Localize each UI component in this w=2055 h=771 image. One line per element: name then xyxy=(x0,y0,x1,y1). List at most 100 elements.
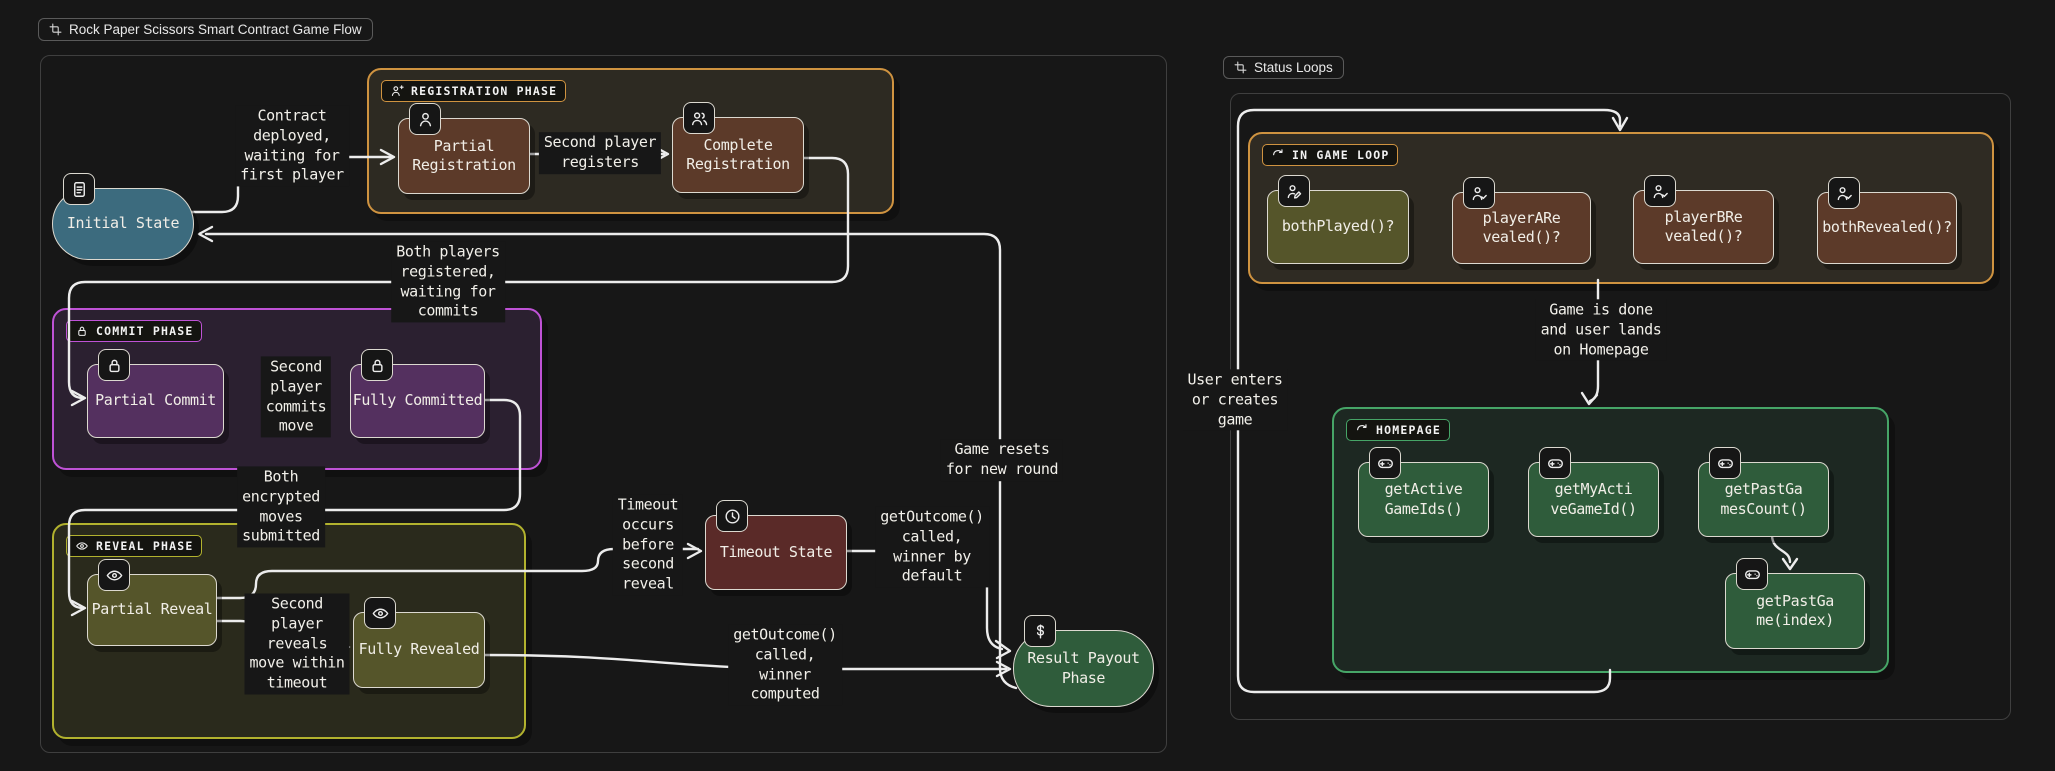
lock-icon xyxy=(105,356,124,375)
commit-phase-label[interactable]: COMMIT PHASE xyxy=(66,320,202,342)
homepage-label-text: HOMEPAGE xyxy=(1376,423,1441,437)
node-get-past-games-count[interactable]: getPastGa mesCount() xyxy=(1698,462,1829,537)
edge-label-both-encrypted[interactable]: Both encrypted moves submitted xyxy=(237,466,325,547)
edge-label-contract-deployed[interactable]: Contract deployed, waiting for first pla… xyxy=(235,105,349,186)
node-chip xyxy=(98,349,130,381)
in-game-loop-label-text: IN GAME LOOP xyxy=(1292,148,1389,162)
user-check-icon xyxy=(1835,184,1854,203)
node-chip xyxy=(1736,558,1768,590)
user-check-icon xyxy=(1470,184,1489,203)
node-chip xyxy=(716,500,748,532)
gamepad-icon xyxy=(1716,454,1735,473)
node-label: playerARe vealed()? xyxy=(1483,209,1561,248)
eye-icon xyxy=(75,539,89,553)
node-chip xyxy=(1024,615,1056,647)
edge-label-game-done[interactable]: Game is done and user lands on Homepage xyxy=(1536,299,1667,360)
node-both-played[interactable]: bothPlayed()? xyxy=(1267,190,1409,264)
node-label: Complete Registration xyxy=(686,136,790,175)
node-label: Initial State xyxy=(67,214,179,234)
node-result-payout[interactable]: Result Payout Phase xyxy=(1013,630,1154,707)
node-label: bothPlayed()? xyxy=(1282,217,1394,237)
edge-label-outcome-default[interactable]: getOutcome() called, winner by default xyxy=(875,506,989,587)
node-label: getActive GameIds() xyxy=(1385,480,1463,519)
node-label: Fully Committed xyxy=(353,391,482,411)
homepage-label[interactable]: HOMEPAGE xyxy=(1346,419,1450,441)
node-chip xyxy=(409,103,441,135)
edge-label-timeout-occurs[interactable]: Timeout occurs before second reveal xyxy=(613,495,683,596)
clock-icon xyxy=(723,507,742,526)
edge-label-second-player-commits[interactable]: Second player commits move xyxy=(261,356,331,437)
commit-phase-label-text: COMMIT PHASE xyxy=(96,324,193,338)
eye-icon xyxy=(371,604,390,623)
node-get-past-game[interactable]: getPastGa me(index) xyxy=(1725,573,1865,649)
node-label: Partial Registration xyxy=(412,137,516,176)
frame-status-loops-title-text: Status Loops xyxy=(1254,60,1333,75)
node-chip xyxy=(1709,447,1741,479)
node-label: bothRevealed()? xyxy=(1822,218,1951,238)
node-chip xyxy=(683,102,715,134)
gamepad-icon xyxy=(1376,454,1395,473)
edge-label-second-player-registers[interactable]: Second player registers xyxy=(539,132,661,174)
frame-game-flow-title-text: Rock Paper Scissors Smart Contract Game … xyxy=(69,22,362,37)
node-player-a-revealed[interactable]: playerARe vealed()? xyxy=(1452,192,1591,264)
person-plus-icon xyxy=(390,84,404,98)
node-chip xyxy=(1463,177,1495,209)
node-label: getMyActi veGameId() xyxy=(1550,480,1636,519)
frame-game-flow-title[interactable]: Rock Paper Scissors Smart Contract Game … xyxy=(38,18,373,41)
node-chip xyxy=(361,349,393,381)
reveal-phase-label[interactable]: REVEAL PHASE xyxy=(66,535,202,557)
node-get-my-active-game-id[interactable]: getMyActi veGameId() xyxy=(1528,462,1659,537)
node-chip xyxy=(63,173,95,205)
person-icon xyxy=(416,110,435,129)
edge-label-outcome-computed[interactable]: getOutcome() called, winner computed xyxy=(728,624,842,705)
lock-icon xyxy=(368,356,387,375)
node-label: Partial Reveal xyxy=(92,600,213,620)
node-timeout-state[interactable]: Timeout State xyxy=(705,515,847,590)
file-text-icon xyxy=(70,180,89,199)
people-icon xyxy=(690,109,709,128)
node-both-revealed[interactable]: bothRevealed()? xyxy=(1817,192,1957,264)
in-game-loop-label[interactable]: IN GAME LOOP xyxy=(1262,144,1398,166)
edge-label-both-registered[interactable]: Both players registered, waiting for com… xyxy=(391,241,505,322)
edge-label-user-enters[interactable]: User enters or creates game xyxy=(1183,369,1288,430)
frame-status-loops-title[interactable]: Status Loops xyxy=(1223,56,1344,79)
dollar-icon xyxy=(1031,622,1050,641)
node-get-active-game-ids[interactable]: getActive GameIds() xyxy=(1358,462,1489,537)
frame-crop-icon xyxy=(49,23,62,36)
node-partial-commit[interactable]: Partial Commit xyxy=(87,364,224,438)
diagram-canvas: Rock Paper Scissors Smart Contract Game … xyxy=(0,0,2055,771)
gamepad-icon xyxy=(1743,565,1762,584)
node-chip xyxy=(364,597,396,629)
eye-icon xyxy=(105,566,124,585)
node-partial-registration[interactable]: Partial Registration xyxy=(398,118,530,194)
user-edit-icon xyxy=(1285,182,1304,201)
node-chip xyxy=(1278,175,1310,207)
node-fully-committed[interactable]: Fully Committed xyxy=(350,364,485,438)
node-chip xyxy=(1828,177,1860,209)
gamepad-icon xyxy=(1546,454,1565,473)
node-player-b-revealed[interactable]: playerBRe vealed()? xyxy=(1633,190,1774,264)
node-label: Partial Commit xyxy=(95,391,216,411)
frame-crop-icon xyxy=(1234,61,1247,74)
node-initial-state[interactable]: Initial State xyxy=(52,188,194,260)
node-partial-reveal[interactable]: Partial Reveal xyxy=(87,574,217,646)
node-label: Result Payout Phase xyxy=(1027,649,1139,688)
node-label: Fully Revealed xyxy=(359,640,480,660)
node-chip xyxy=(1539,447,1571,479)
registration-phase-label-text: REGISTRATION PHASE xyxy=(411,84,557,98)
node-chip xyxy=(1369,447,1401,479)
node-label: getPastGa me(index) xyxy=(1756,592,1834,631)
node-chip xyxy=(1644,175,1676,207)
node-label: getPastGa mesCount() xyxy=(1720,480,1806,519)
node-chip xyxy=(98,559,130,591)
loop-icon xyxy=(1271,148,1285,162)
registration-phase-label[interactable]: REGISTRATION PHASE xyxy=(381,80,566,102)
node-label: playerBRe vealed()? xyxy=(1665,208,1743,247)
node-fully-revealed[interactable]: Fully Revealed xyxy=(353,612,485,688)
node-label: Timeout State xyxy=(720,543,832,563)
loop-icon xyxy=(1355,423,1369,437)
edge-label-game-resets[interactable]: Game resets for new round xyxy=(941,439,1063,481)
lock-icon xyxy=(75,324,89,338)
edge-label-second-player-reveals[interactable]: Second player reveals move within timeou… xyxy=(245,594,350,695)
node-complete-registration[interactable]: Complete Registration xyxy=(672,117,804,193)
